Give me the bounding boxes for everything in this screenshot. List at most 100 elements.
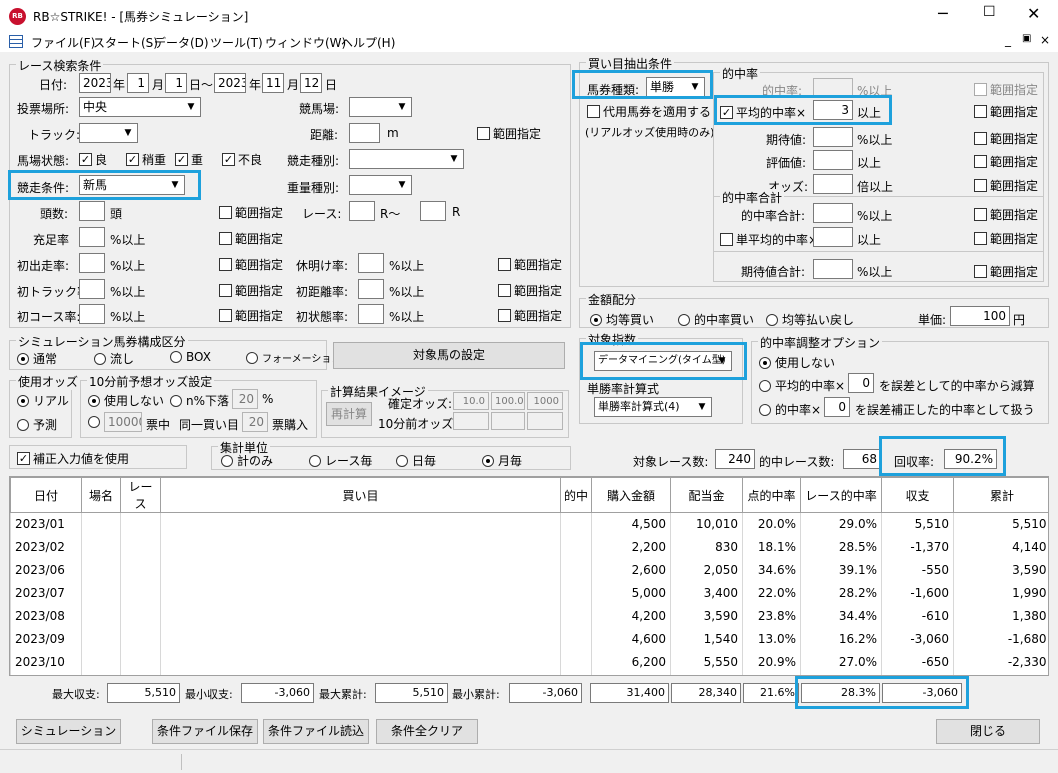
- agg-month-radio[interactable]: 月毎: [482, 452, 522, 469]
- column-header[interactable]: 累計: [953, 477, 1048, 513]
- correct-check[interactable]: ✓ 補正入力値を使用: [17, 450, 129, 467]
- month-to[interactable]: 11: [262, 73, 284, 93]
- rest-range-check[interactable]: 範囲指定: [498, 256, 562, 273]
- fill-range-check[interactable]: 範囲指定: [219, 230, 283, 247]
- rest-input[interactable]: [358, 253, 384, 273]
- adjust-avg-radio[interactable]: 平均的中率×: [759, 377, 845, 394]
- column-header[interactable]: 点的中率: [742, 477, 801, 513]
- clear-condition-button[interactable]: 条件全クリア: [376, 719, 478, 744]
- odds-input[interactable]: [813, 174, 853, 194]
- column-header[interactable]: 収支: [881, 477, 954, 513]
- same-input[interactable]: 20: [242, 412, 268, 432]
- track-select[interactable]: ▼: [79, 123, 138, 143]
- agg-race-radio[interactable]: レース毎: [309, 452, 372, 469]
- hit-total-range[interactable]: 範囲指定: [974, 206, 1038, 223]
- table-row[interactable]: 2023/06 2,600 2,050 34.6% 39.1% -550 3,590: [10, 558, 1048, 582]
- mdi-restore-icon[interactable]: ▣: [1022, 33, 1031, 44]
- exp-total-range[interactable]: 範囲指定: [974, 263, 1038, 280]
- avg-hit-input[interactable]: 3: [813, 100, 853, 120]
- hit-rate-input[interactable]: [813, 78, 853, 98]
- column-header[interactable]: 的中: [560, 477, 592, 513]
- first-range-check[interactable]: 範囲指定: [219, 256, 283, 273]
- fill-input[interactable]: [79, 227, 105, 247]
- column-header[interactable]: レース的中率: [800, 477, 882, 513]
- year-from[interactable]: 2023: [79, 73, 111, 93]
- dist-input[interactable]: [349, 123, 380, 143]
- day-to[interactable]: 12: [300, 73, 322, 93]
- minimize-icon[interactable]: ─: [938, 4, 948, 23]
- menu-start[interactable]: スタート(S): [93, 34, 158, 51]
- column-header[interactable]: 購入金額: [591, 477, 671, 513]
- close-icon[interactable]: ✕: [1027, 4, 1040, 23]
- recalc-button[interactable]: 再計算: [326, 402, 372, 426]
- pre-ticket-radio[interactable]: [88, 416, 100, 428]
- mdi-close-icon[interactable]: ×: [1040, 33, 1050, 47]
- fdist-range-check[interactable]: 範囲指定: [498, 282, 562, 299]
- ticket-type-select[interactable]: 単勝 ▼: [646, 77, 705, 97]
- race-to[interactable]: [420, 201, 446, 221]
- cond-bad-check[interactable]: ✓ 不良: [222, 151, 262, 168]
- money-equal-radio[interactable]: 均等買い: [590, 311, 654, 328]
- sim-box-radio[interactable]: BOX: [170, 350, 211, 364]
- kind-select[interactable]: ▼: [349, 149, 464, 169]
- single-avg-input[interactable]: [813, 227, 853, 247]
- race-from[interactable]: [349, 201, 375, 221]
- money-payout-radio[interactable]: 均等払い戻し: [766, 311, 854, 328]
- cond-good-check[interactable]: ✓ 良: [79, 151, 107, 168]
- cond-heavy-check[interactable]: ✓ 重: [175, 151, 203, 168]
- hit-total-input[interactable]: [813, 203, 853, 223]
- sim-nagashi-radio[interactable]: 流し: [94, 350, 134, 367]
- cond-slight-check[interactable]: ✓ 稍重: [126, 151, 166, 168]
- adjust-none-radio[interactable]: 使用しない: [759, 354, 835, 371]
- table-row[interactable]: 2023/07 5,000 3,400 22.0% 28.2% -1,600 1,990: [10, 581, 1048, 605]
- menu-window[interactable]: ウィンドウ(W): [265, 34, 346, 51]
- race-cond-select[interactable]: 新馬 ▼: [79, 175, 185, 195]
- agg-total-radio[interactable]: 計のみ: [221, 452, 273, 469]
- maximize-icon[interactable]: ☐: [983, 4, 996, 20]
- agg-day-radio[interactable]: 日毎: [396, 452, 436, 469]
- column-header[interactable]: レース: [120, 477, 161, 513]
- eval-input[interactable]: [813, 150, 853, 170]
- win-formula-select[interactable]: 単勝率計算式(4) ▼: [594, 397, 712, 417]
- adjust-avg-input[interactable]: 0: [848, 373, 874, 393]
- first-input[interactable]: [79, 253, 105, 273]
- index-select[interactable]: データマイニング(タイム型) ▼: [594, 351, 732, 371]
- pre-drop-radio[interactable]: n%下落: [170, 392, 229, 409]
- unit-price-input[interactable]: 100: [950, 306, 1010, 326]
- fcourse-range-check[interactable]: 範囲指定: [219, 307, 283, 324]
- venue-select[interactable]: 中央 ▼: [79, 97, 201, 117]
- adjust-hit-radio[interactable]: 的中率×: [759, 401, 821, 418]
- odds-real-radio[interactable]: リアル: [17, 392, 69, 409]
- avg-hit-check[interactable]: ✓ 平均的中率×: [720, 104, 806, 121]
- close-button[interactable]: 閉じる: [936, 719, 1040, 744]
- hit-rate-range[interactable]: 範囲指定: [974, 81, 1038, 98]
- day-from[interactable]: 1: [165, 73, 187, 93]
- menu-data[interactable]: データ(D): [154, 34, 209, 51]
- menu-file[interactable]: ファイル(F): [31, 34, 95, 51]
- money-hit-radio[interactable]: 的中率買い: [678, 311, 754, 328]
- load-condition-button[interactable]: 条件ファイル読込: [263, 719, 369, 744]
- menu-tool[interactable]: ツール(T): [210, 34, 263, 51]
- eval-range[interactable]: 範囲指定: [974, 153, 1038, 170]
- simulation-button[interactable]: シミュレーション: [16, 719, 121, 744]
- dist-range-check[interactable]: 範囲指定: [477, 125, 541, 142]
- exp-total-input[interactable]: [813, 259, 853, 279]
- table-row[interactable]: 2023/08 4,200 3,590 23.8% 34.4% -610 1,380: [10, 604, 1048, 628]
- adjust-hit-input[interactable]: 0: [824, 397, 850, 417]
- ftrack-range-check[interactable]: 範囲指定: [219, 282, 283, 299]
- sim-formation-radio[interactable]: フォーメーション: [246, 350, 341, 365]
- table-row[interactable]: 2023/02 2,200 830 18.1% 28.5% -1,370 4,140: [10, 535, 1048, 559]
- ticket-input[interactable]: 10000: [104, 412, 142, 432]
- menu-help[interactable]: ヘルプ(H): [341, 34, 395, 51]
- heads-range-check[interactable]: 範囲指定: [219, 204, 283, 221]
- weight-select[interactable]: ▼: [349, 175, 412, 195]
- table-row[interactable]: 2023/09 4,600 1,540 13.0% 16.2% -3,060 -1,680: [10, 627, 1048, 651]
- single-avg-range[interactable]: 範囲指定: [974, 230, 1038, 247]
- target-horse-button[interactable]: 対象馬の設定: [333, 342, 565, 369]
- single-avg-check[interactable]: 単平均的中率×: [720, 231, 818, 248]
- column-header[interactable]: 日付: [10, 477, 82, 513]
- drop-input[interactable]: 20: [232, 389, 258, 409]
- exp-range[interactable]: 範囲指定: [974, 130, 1038, 147]
- avg-hit-range[interactable]: 範囲指定: [974, 103, 1038, 120]
- odds-range[interactable]: 範囲指定: [974, 177, 1038, 194]
